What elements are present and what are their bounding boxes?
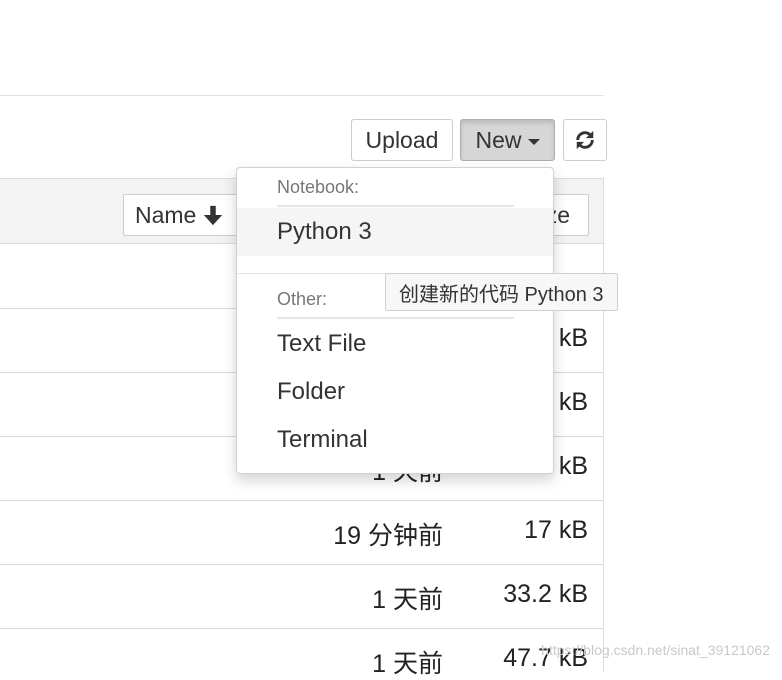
upload-button-label: Upload bbox=[365, 126, 439, 153]
row-divider bbox=[0, 564, 604, 565]
sort-by-name-button[interactable]: Name bbox=[123, 194, 243, 236]
menu-item-label: Terminal bbox=[277, 426, 368, 453]
menu-item-python3[interactable]: Python 3 bbox=[237, 208, 553, 256]
sort-name-label: Name bbox=[135, 201, 197, 228]
new-dropdown-menu: Notebook: Python 3 Other: Text File Fold… bbox=[236, 167, 554, 474]
menu-header-rule bbox=[277, 317, 514, 319]
caret-down-icon bbox=[527, 138, 540, 145]
menu-item-text-file[interactable]: Text File bbox=[237, 320, 553, 368]
refresh-icon bbox=[576, 130, 594, 150]
menu-header-rule bbox=[277, 205, 514, 207]
menu-item-label: Folder bbox=[277, 378, 346, 405]
menu-header-notebook: Notebook: bbox=[277, 177, 360, 197]
menu-item-folder[interactable]: Folder bbox=[237, 368, 553, 416]
file-size: 33.2 kB bbox=[503, 580, 588, 608]
upload-button[interactable]: Upload bbox=[351, 119, 453, 161]
menu-item-label: Text File bbox=[277, 330, 367, 357]
file-modified: 1 天前 bbox=[372, 650, 443, 678]
refresh-button[interactable] bbox=[563, 119, 607, 161]
file-size: kB bbox=[558, 388, 588, 416]
tooltip: 创建新的代码 Python 3 bbox=[385, 273, 618, 311]
menu-header-other: Other: bbox=[277, 289, 328, 309]
new-button-label: New bbox=[475, 126, 522, 153]
file-size: 17 kB bbox=[524, 516, 588, 544]
row-divider bbox=[0, 628, 604, 629]
watermark: https://blog.csdn.net/sinat_39121062 bbox=[541, 642, 770, 658]
file-size: kB bbox=[558, 324, 588, 352]
tooltip-text: 创建新的代码 Python 3 bbox=[399, 283, 604, 306]
new-dropdown-button[interactable]: New bbox=[460, 119, 555, 161]
menu-item-terminal[interactable]: Terminal bbox=[237, 416, 553, 464]
file-modified: 19 分钟前 bbox=[333, 522, 443, 550]
file-modified: 1 天前 bbox=[372, 586, 443, 614]
menu-item-label: Python 3 bbox=[277, 218, 372, 245]
toolbar-divider bbox=[0, 95, 604, 96]
row-divider bbox=[0, 500, 604, 501]
arrow-down-icon bbox=[204, 205, 223, 226]
